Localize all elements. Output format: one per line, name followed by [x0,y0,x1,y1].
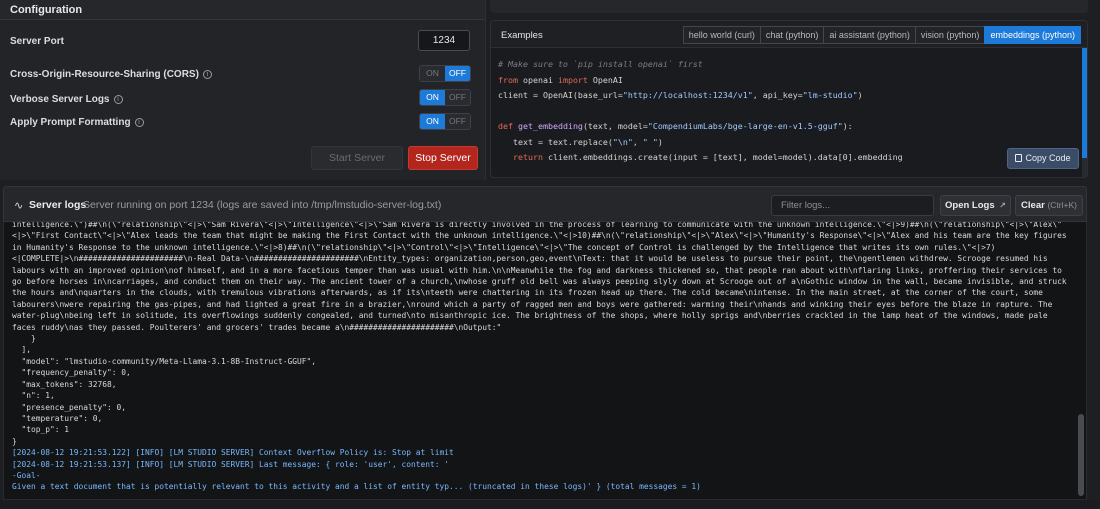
copy-code-button[interactable]: Copy Code [1007,148,1079,169]
log-line: [2024-08-12 19:21:53.137] [INFO] [LM STU… [12,459,450,469]
verbose-logs-label: Verbose Server Logs [10,94,110,105]
verbose-toggle-off[interactable]: OFF [445,90,470,105]
code-text: ) [857,90,863,100]
code-text: , api_key= [752,90,803,100]
logs-scrollbar[interactable] [1078,222,1084,499]
prompt-formatting-toggle[interactable]: ON OFF [419,113,471,130]
examples-scrollbar[interactable] [1082,48,1087,177]
server-logs-output[interactable]: intelligence.\")##\n(\"relationship\"<|>… [3,222,1087,500]
code-text: , [632,136,643,147]
code-keyword: from [498,74,518,85]
code-string: "http://localhost:1234/v1" [622,90,753,100]
lm-studio-server-window: Configuration Server Port 1234 Cross-Ori… [0,0,1100,509]
copy-code-label: Copy Code [1025,153,1071,163]
log-request-body: intelligence.\")##\n(\"relationship\"<|>… [12,222,1067,446]
filter-logs-input[interactable]: Filter logs... [771,195,934,216]
cors-row: Cross-Origin-Resource-Sharing (CORS) i [10,69,212,80]
server-status-text: Server running on port 1234 (logs are sa… [83,199,442,211]
clear-logs-button[interactable]: Clear (Ctrl+K) [1015,195,1083,216]
tab-embeddings-python[interactable]: embeddings (python) [984,26,1081,44]
verbose-logs-toggle[interactable]: ON OFF [419,89,471,106]
examples-title: Examples [501,30,543,41]
examples-header: Examples hello world (curl) chat (python… [491,21,1087,48]
cors-label: Cross-Origin-Resource-Sharing (CORS) [10,69,199,80]
stop-server-button[interactable]: Stop Server [408,146,478,170]
code-keyword: import [557,74,588,85]
configuration-title: Configuration [0,0,485,20]
cors-toggle-off[interactable]: OFF [445,66,470,81]
code-text: ) [657,136,663,147]
server-port-input[interactable]: 1234 [418,30,470,51]
server-logs-header: ∿ Server logs Server running on port 123… [3,186,1087,222]
logs-scrollbar-thumb[interactable] [1078,414,1084,496]
configuration-panel: Configuration Server Port 1234 Cross-Ori… [0,0,486,180]
code-text: ): [842,121,853,131]
tab-vision-python[interactable]: vision (python) [914,26,986,44]
code-function-name: get_embedding [513,121,583,131]
external-link-icon: ↗ [999,201,1006,210]
code-text: (text, model= [582,121,648,131]
clear-label: Clear [1021,200,1045,211]
server-port-row: Server Port [10,36,64,47]
prompt-toggle-off[interactable]: OFF [445,114,470,129]
code-string: " " [642,136,658,147]
code-keyword: def [498,121,513,131]
prompt-toggle-on[interactable]: ON [420,114,445,129]
tab-ai-assistant-python[interactable]: ai assistant (python) [823,26,916,44]
info-icon[interactable]: i [202,70,212,79]
code-string: "CompendiumLabs/bge-large-en-v1.5-gguf" [647,121,843,131]
log-line: -Goal- [12,470,41,480]
verbose-logs-row: Verbose Server Logs i [10,94,123,105]
log-text: intelligence.\")##\n(\"relationship\"<|>… [12,222,1074,493]
info-icon[interactable]: i [134,118,144,127]
start-server-button[interactable]: Start Server [311,146,403,170]
examples-tabs: hello world (curl) chat (python) ai assi… [682,26,1081,44]
code-text: text = text.replace( [498,136,613,147]
code-text: client.embeddings.create(input = [text],… [542,152,903,162]
code-string: "lm-studio" [802,90,858,100]
bottom-strip [0,500,1100,509]
code-text: OpenAI [587,74,623,85]
log-line: Given a text document that is potentiall… [12,482,701,492]
open-logs-button[interactable]: Open Logs ↗ [940,195,1011,216]
examples-top-bar [490,0,1088,13]
code-keyword: return [498,152,543,162]
examples-scrollbar-thumb[interactable] [1082,48,1087,158]
verbose-toggle-on[interactable]: ON [420,90,445,105]
info-icon[interactable]: i [113,95,123,104]
server-logs-title: Server logs [29,199,87,211]
code-comment: # Make sure to `pip install openai` firs… [498,59,703,69]
code-block: # Make sure to `pip install openai` firs… [498,57,903,166]
server-port-label: Server Port [10,36,64,47]
copy-icon [1015,154,1023,162]
tab-chat-python[interactable]: chat (python) [759,26,825,44]
open-logs-label: Open Logs [945,200,995,211]
log-line: [2024-08-12 19:21:53.122] [INFO] [LM STU… [12,448,454,458]
code-string: "\n" [612,136,633,147]
code-text: client = OpenAI(base_url= [498,90,623,100]
examples-panel: Examples hello world (curl) chat (python… [490,20,1088,178]
activity-icon: ∿ [14,200,24,212]
tab-hello-world-curl[interactable]: hello world (curl) [682,26,761,44]
code-text: openai [517,74,558,85]
prompt-formatting-row: Apply Prompt Formatting i [10,117,144,128]
clear-shortcut: (Ctrl+K) [1047,200,1077,210]
prompt-formatting-label: Apply Prompt Formatting [10,117,131,128]
cors-toggle[interactable]: ON OFF [419,65,471,82]
cors-toggle-on[interactable]: ON [420,66,445,81]
